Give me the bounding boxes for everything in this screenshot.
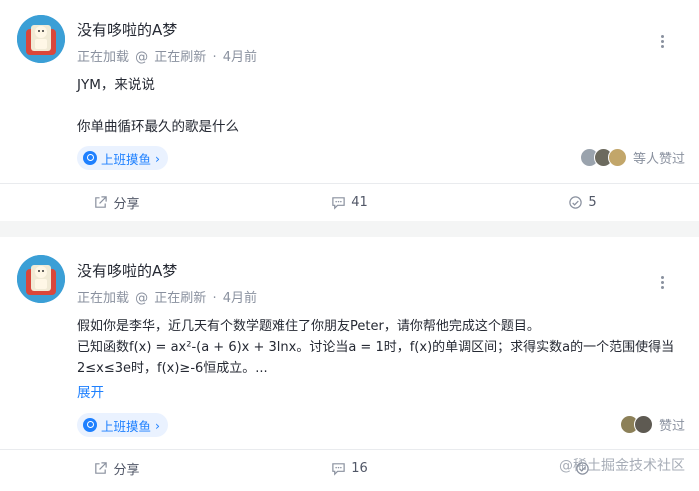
topic-label: 上班摸鱼	[101, 418, 152, 434]
author-company: 正在刷新	[154, 291, 207, 306]
share-icon	[95, 195, 108, 208]
watermark: @稀土掘金技术社区	[559, 458, 685, 474]
avatar-image	[17, 15, 65, 63]
author-meta: 正在加载 @ 正在刷新 · 4月前	[77, 287, 259, 306]
topic-tag[interactable]: 上班摸鱼 ›	[77, 413, 169, 437]
more-icon[interactable]	[655, 33, 669, 49]
share-label: 分享	[113, 196, 140, 212]
post-card: 没有哆啦的A梦 正在加载 @ 正在刷新 · 4月前 假如你是李华，近几天有个数学…	[0, 237, 699, 491]
topic-icon	[83, 151, 97, 165]
comment-button[interactable]: 41	[233, 184, 466, 220]
author-job: 正在加载	[77, 50, 130, 65]
content-line: 你单曲循环最久的歌是什么	[77, 119, 239, 135]
likers-label: 赞过	[658, 419, 685, 434]
liker-avatars	[619, 415, 653, 434]
meta-dot: ·	[212, 50, 217, 65]
author-avatar[interactable]	[17, 255, 65, 303]
author-meta: 正在加载 @ 正在刷新 · 4月前	[77, 46, 259, 65]
avatar-image	[17, 255, 65, 303]
likers[interactable]: 等人赞过	[579, 148, 685, 167]
author-avatar[interactable]	[17, 15, 65, 63]
comment-button[interactable]: 16	[233, 450, 466, 486]
post-content: 假如你是李华，近几天有个数学题难住了你朋友Peter，请你帮他完成这个题目。 已…	[77, 316, 685, 379]
author-name[interactable]: 没有哆啦的A梦	[77, 19, 177, 40]
chevron-right-icon: ›	[155, 150, 161, 166]
liker-avatar	[633, 415, 653, 434]
liker-avatars	[579, 148, 627, 167]
post-time: 4月前	[222, 50, 258, 65]
like-icon	[569, 195, 583, 209]
like-count: 5	[588, 194, 597, 210]
like-button[interactable]: 5	[466, 184, 699, 220]
share-button[interactable]: 分享	[0, 184, 233, 220]
post-time: 4月前	[222, 291, 258, 306]
liker-avatar	[607, 148, 627, 167]
topic-label: 上班摸鱼	[101, 151, 152, 167]
author-name[interactable]: 没有哆啦的A梦	[77, 260, 177, 281]
share-button[interactable]: 分享	[0, 450, 233, 486]
likers-label: 等人赞过	[632, 152, 685, 167]
expand-link[interactable]: 展开	[77, 381, 104, 401]
likers[interactable]: 赞过	[619, 415, 685, 434]
at-symbol: @	[135, 291, 149, 306]
content-line: JYM，来说说	[77, 77, 155, 93]
topic-tag[interactable]: 上班摸鱼 ›	[77, 146, 169, 170]
comment-icon	[332, 196, 345, 210]
content-line	[77, 96, 685, 117]
post-card: 没有哆啦的A梦 正在加载 @ 正在刷新 · 4月前 JYM，来说说 你单曲循环最…	[0, 0, 699, 221]
comment-icon	[332, 462, 345, 476]
at-symbol: @	[135, 50, 149, 65]
content-line: 2≤x≤3e时，f(x)≥-6恒成立。...	[77, 361, 268, 376]
chevron-right-icon: ›	[155, 417, 161, 433]
post-content: JYM，来说说 你单曲循环最久的歌是什么	[77, 75, 685, 138]
share-label: 分享	[113, 462, 140, 478]
author-company: 正在刷新	[154, 50, 207, 65]
more-icon[interactable]	[655, 274, 669, 290]
action-bar: 分享 41 5	[0, 184, 699, 220]
comment-count: 41	[351, 194, 368, 210]
content-line: 假如你是李华，近几天有个数学题难住了你朋友Peter，请你帮他完成这个题目。	[77, 319, 540, 334]
share-icon	[95, 461, 108, 474]
content-line: 已知函数f(x) = ax²-(a + 6)x + 3lnx。讨论当a = 1时…	[77, 340, 675, 355]
meta-dot: ·	[212, 291, 217, 306]
topic-icon	[83, 418, 97, 432]
author-job: 正在加载	[77, 291, 130, 306]
comment-count: 16	[351, 460, 368, 476]
